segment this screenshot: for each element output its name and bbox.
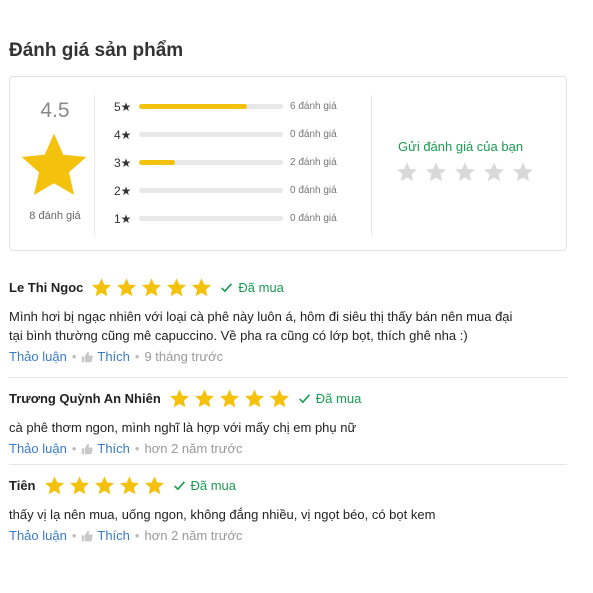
- review-text: cà phê thơm ngon, mình nghĩ là hợp với m…: [9, 418, 567, 437]
- bar-count: 0 đánh giá: [290, 129, 337, 140]
- star-icon: [116, 277, 137, 298]
- reviewer-name: Trương Quỳnh An Nhiên: [9, 390, 161, 406]
- verified-badge: Đã mua: [220, 280, 284, 295]
- review-actions: Thảo luận • Thích • 9 tháng trước: [9, 349, 567, 364]
- rating-bar-5[interactable]: 5★ 6 đánh giá: [114, 99, 354, 115]
- like-link[interactable]: Thích: [97, 528, 130, 543]
- bar-track: [139, 132, 283, 137]
- bar-fill: [139, 160, 175, 165]
- review-time: hơn 2 năm trước: [144, 528, 243, 543]
- reviewer-name: Tiên: [9, 477, 36, 493]
- average-rating: 4.5: [40, 99, 70, 122]
- review-stars: [169, 388, 290, 409]
- review-time: hơn 2 năm trước: [144, 441, 243, 456]
- thumbs-up-icon[interactable]: [81, 443, 94, 455]
- review-text-line: Mình hơi bị ngạc nhiên với loại cà phê n…: [9, 309, 513, 324]
- thumbs-up-icon[interactable]: [81, 530, 94, 542]
- review-text-line: tại bình thường cũng mê capuccino. Về ph…: [9, 328, 468, 343]
- reviewer-name: Le Thi Ngoc: [9, 279, 84, 295]
- bar-label: 3★: [114, 156, 132, 170]
- rating-bar-3[interactable]: 3★ 2 đánh giá: [114, 155, 354, 171]
- review-stars: [44, 475, 165, 496]
- bar-label: 2★: [114, 184, 132, 198]
- star-icon: [269, 388, 290, 409]
- like-link[interactable]: Thích: [97, 441, 130, 456]
- verified-badge: Đã mua: [173, 477, 237, 493]
- review-item: Le Thi Ngoc Đã mua Mình hơi bị ngạc nhiê…: [9, 274, 567, 364]
- review-text-line: cà phê thơm ngon, mình nghĩ là hợp với m…: [9, 420, 357, 435]
- empty-star-icon[interactable]: [483, 161, 505, 183]
- review-actions: Thảo luận • Thích • hơn 2 năm trước: [9, 441, 567, 456]
- bar-label: 4★: [114, 128, 132, 142]
- bar-track: [139, 188, 283, 193]
- section-title: Đánh giá sản phẩm: [9, 40, 184, 61]
- bar-count: 6 đánh giá: [290, 101, 337, 112]
- review-item: Tiên Đã mua thấy vị lạ nên mua, uống ngo…: [9, 472, 567, 543]
- verified-label: Đã mua: [238, 279, 284, 295]
- review-divider: [9, 464, 567, 465]
- send-review-link[interactable]: Gửi đánh giá của bạn: [398, 139, 523, 154]
- star-icon: [141, 277, 162, 298]
- separator-dot: •: [134, 528, 140, 543]
- star-icon: [244, 388, 265, 409]
- thumbs-up-icon[interactable]: [81, 351, 94, 363]
- rating-bar-1[interactable]: 1★ 0 đánh giá: [114, 211, 354, 227]
- star-icon: [194, 388, 215, 409]
- star-icon: [144, 475, 165, 496]
- bar-fill: [139, 104, 247, 109]
- separator-dot: •: [71, 441, 77, 456]
- rating-bar-2[interactable]: 2★ 0 đánh giá: [114, 183, 354, 199]
- divider: [371, 95, 372, 235]
- star-icon: [18, 129, 90, 201]
- review-time: 9 tháng trước: [144, 349, 224, 364]
- star-icon: [94, 475, 115, 496]
- review-text: Mình hơi bị ngạc nhiên với loại cà phê n…: [9, 307, 567, 345]
- discuss-link[interactable]: Thảo luận: [9, 349, 67, 364]
- bar-count: 2 đánh giá: [290, 157, 337, 168]
- divider: [94, 95, 95, 235]
- verified-badge: Đã mua: [298, 390, 362, 406]
- star-icon: [119, 475, 140, 496]
- star-icon: [169, 388, 190, 409]
- empty-star-icon[interactable]: [512, 161, 534, 183]
- verified-label: Đã mua: [190, 477, 237, 493]
- review-actions: Thảo luận • Thích • hơn 2 năm trước: [9, 528, 567, 543]
- bar-track: [139, 216, 283, 221]
- rating-summary: 4.5 8 đánh giá 5★ 6 đánh giá 4★ 0 đánh g…: [9, 76, 567, 251]
- star-icon: [219, 388, 240, 409]
- check-icon: [298, 393, 310, 403]
- separator-dot: •: [71, 349, 77, 364]
- check-icon: [173, 480, 185, 490]
- check-icon: [221, 282, 233, 292]
- separator-dot: •: [134, 349, 140, 364]
- review-stars: [91, 277, 212, 298]
- bar-count: 0 đánh giá: [290, 213, 337, 224]
- bar-label: 5★: [114, 100, 132, 114]
- like-link[interactable]: Thích: [97, 349, 130, 364]
- separator-dot: •: [71, 528, 77, 543]
- discuss-link[interactable]: Thảo luận: [9, 528, 67, 543]
- bar-track: [139, 104, 283, 109]
- review-item: Trương Quỳnh An Nhiên Đã mua cà phê thơm…: [9, 385, 567, 456]
- star-icon: [166, 277, 187, 298]
- star-icon: [44, 475, 65, 496]
- total-review-count: 8 đánh giá: [29, 210, 81, 222]
- rate-stars-input[interactable]: [396, 161, 534, 183]
- bar-track: [139, 160, 283, 165]
- star-icon: [191, 277, 212, 298]
- empty-star-icon[interactable]: [396, 161, 418, 183]
- bar-count: 0 đánh giá: [290, 185, 337, 196]
- review-text-line: thấy vị lạ nên mua, uống ngon, không đắn…: [9, 507, 436, 522]
- verified-label: Đã mua: [315, 390, 362, 406]
- review-divider: [9, 377, 567, 378]
- star-icon: [91, 277, 112, 298]
- star-icon: [69, 475, 90, 496]
- empty-star-icon[interactable]: [425, 161, 447, 183]
- separator-dot: •: [134, 441, 140, 456]
- discuss-link[interactable]: Thảo luận: [9, 441, 67, 456]
- bar-label: 1★: [114, 212, 132, 226]
- review-text: thấy vị lạ nên mua, uống ngon, không đắn…: [9, 505, 567, 524]
- empty-star-icon[interactable]: [454, 161, 476, 183]
- rating-bar-4[interactable]: 4★ 0 đánh giá: [114, 127, 354, 143]
